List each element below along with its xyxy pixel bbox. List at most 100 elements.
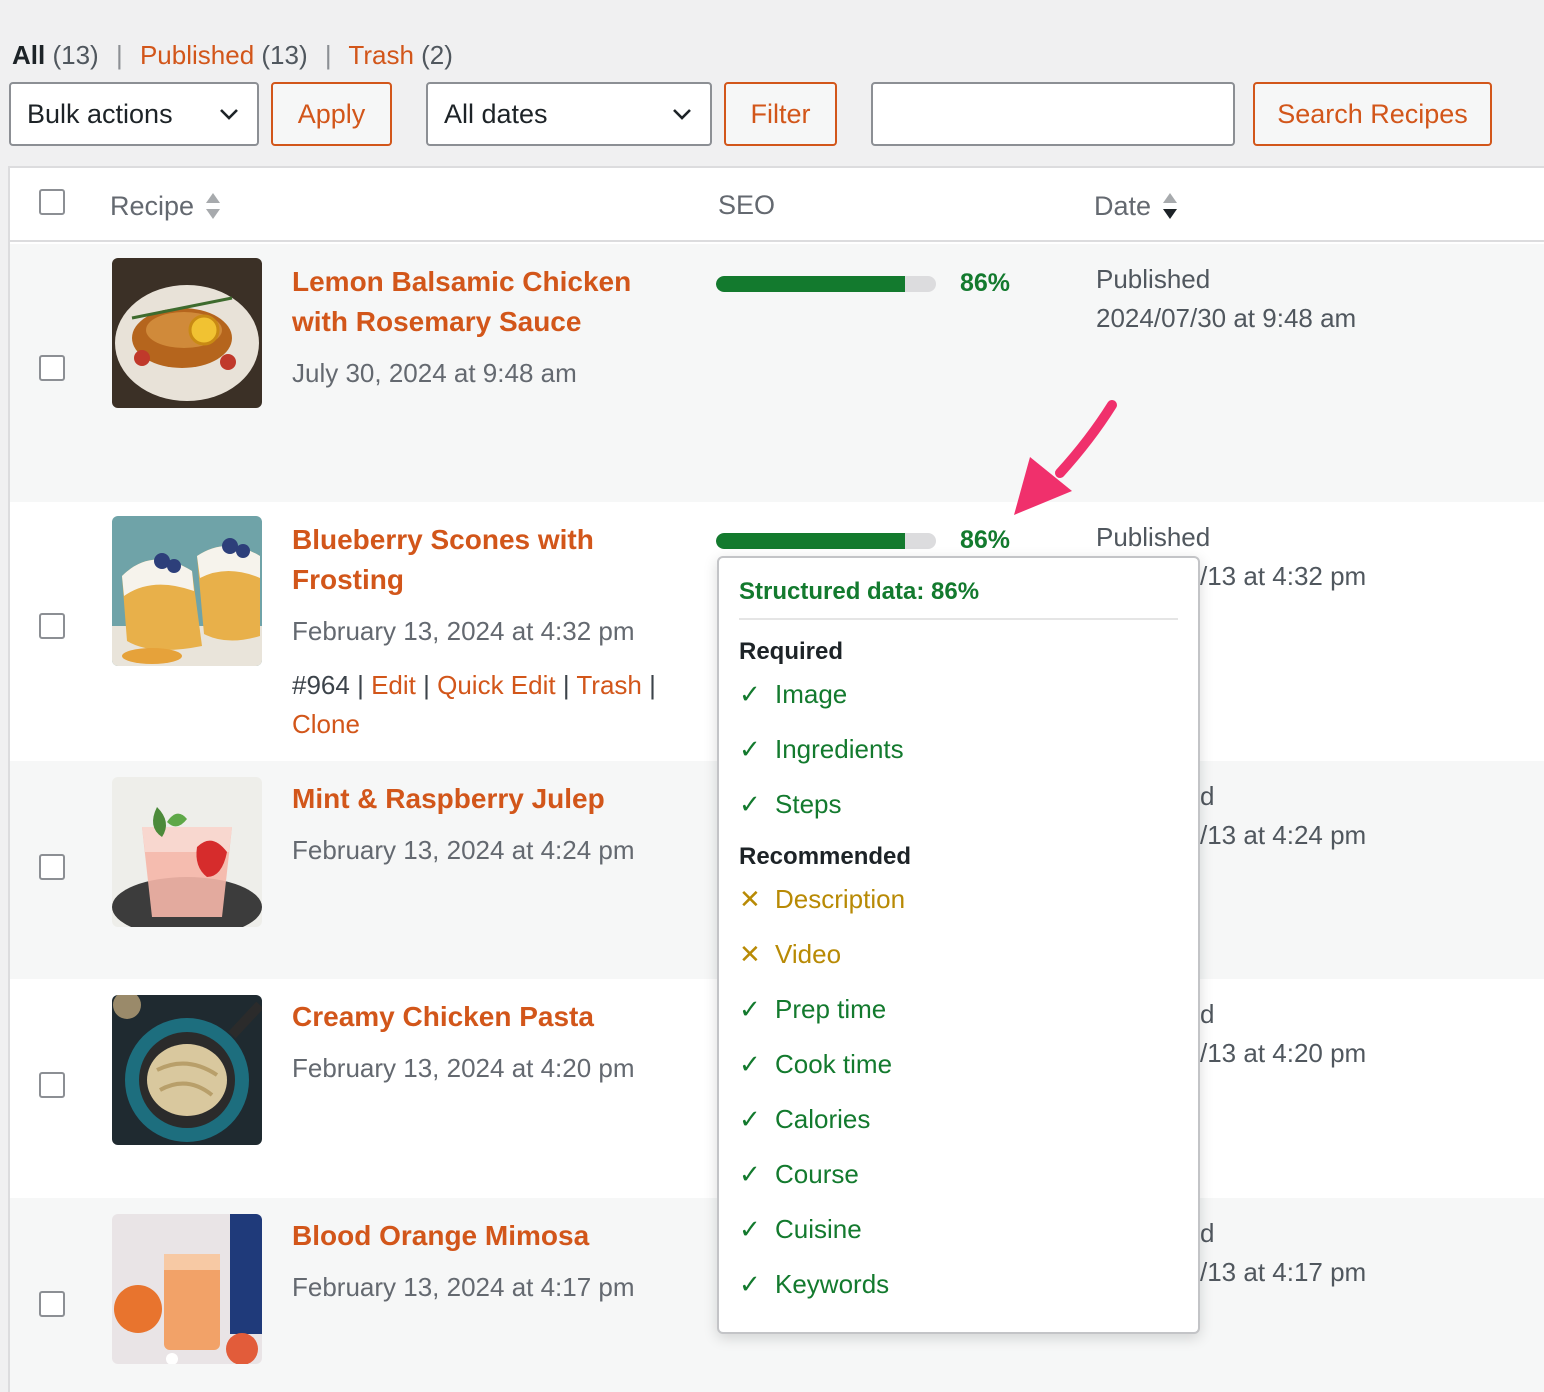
structured-data-popover: Structured data: 86% Required ✓ Image ✓ In…: [717, 556, 1200, 1334]
seo-progress-bar: [716, 532, 936, 549]
search-input[interactable]: [871, 82, 1235, 146]
dates-select[interactable]: All dates: [426, 82, 712, 146]
check-label: Description: [775, 884, 906, 914]
seo-score[interactable]: 86%: [716, 269, 1010, 298]
publish-date: /13 at 4:20 pm: [1200, 1038, 1367, 1068]
filter-all[interactable]: All: [12, 40, 45, 70]
check-label: Keywords: [775, 1269, 890, 1299]
seo-progress-fill: [716, 275, 906, 292]
recipe-id: #964: [292, 670, 350, 700]
recipe-thumbnail[interactable]: [112, 516, 262, 666]
seo-percent: 86%: [960, 526, 1011, 554]
publish-date: /13 at 4:32 pm: [1200, 561, 1367, 591]
recipe-date: July 30, 2024 at 9:48 am: [292, 358, 577, 388]
recipe-thumbnail[interactable]: [112, 1214, 262, 1364]
column-recipe[interactable]: Recipe: [110, 190, 222, 222]
row-checkbox[interactable]: [39, 613, 65, 639]
recipe-thumbnail[interactable]: [112, 995, 262, 1145]
recommended-heading: Recommended: [739, 843, 912, 870]
checkmark-icon: ✓: [739, 994, 761, 1024]
recipe-title[interactable]: Blueberry Scones with Frosting: [292, 520, 692, 600]
recipe-title[interactable]: Lemon Balsamic Chicken with Rosemary Sau…: [292, 262, 692, 342]
filter-published[interactable]: Published: [140, 40, 254, 70]
table-header: Recipe SEO Date: [10, 168, 1544, 242]
select-all-checkbox[interactable]: [39, 189, 65, 215]
check-item-keywords: ✓ Keywords: [739, 1269, 889, 1300]
check-item-video: ✕ Video: [739, 939, 841, 970]
recipe-date: February 13, 2024 at 4:17 pm: [292, 1272, 635, 1302]
divider: [739, 618, 1178, 620]
check-label: Cook time: [775, 1049, 893, 1079]
check-item-calories: ✓ Calories: [739, 1104, 870, 1135]
checkmark-icon: ✓: [739, 734, 761, 764]
row-checkbox[interactable]: [39, 355, 65, 381]
check-label: Cuisine: [775, 1214, 862, 1244]
status-filters: All (13) | Published (13) | Trash (2): [12, 40, 453, 71]
separator: |: [423, 670, 430, 700]
filter-all-count: (13): [52, 40, 99, 70]
recipe-date: February 13, 2024 at 4:32 pm: [292, 616, 635, 646]
check-label: Video: [775, 939, 842, 969]
check-item-cuisine: ✓ Cuisine: [739, 1214, 862, 1245]
cross-icon: ✕: [739, 884, 761, 914]
publish-status: Published: [1096, 264, 1211, 294]
sort-desc-icon: [1163, 193, 1178, 219]
publish-date: /13 at 4:24 pm: [1200, 820, 1367, 850]
trash-link[interactable]: Trash: [576, 670, 642, 700]
checkmark-icon: ✓: [739, 1214, 761, 1244]
checkmark-icon: ✓: [739, 1269, 761, 1299]
apply-button[interactable]: Apply: [271, 82, 392, 146]
checkmark-icon: ✓: [739, 679, 761, 709]
seo-progress-fill: [716, 532, 906, 549]
publish-date: /13 at 4:17 pm: [1200, 1257, 1367, 1287]
column-seo: SEO: [718, 190, 776, 220]
recipe-title[interactable]: Blood Orange Mimosa: [292, 1216, 692, 1256]
check-label: Prep time: [775, 994, 887, 1024]
required-heading: Required: [739, 638, 844, 665]
recipe-title[interactable]: Creamy Chicken Pasta: [292, 997, 692, 1037]
recipe-thumbnail[interactable]: [112, 258, 262, 408]
edit-link[interactable]: Edit: [371, 670, 416, 700]
filter-published-count: (13): [261, 40, 308, 70]
sort-icon: [206, 193, 221, 219]
checkmark-icon: ✓: [739, 1159, 761, 1189]
row-checkbox[interactable]: [39, 1291, 65, 1317]
popover-title: Structured data: 86%: [739, 578, 980, 605]
clone-link[interactable]: Clone: [292, 709, 360, 739]
publish-status: d: [1200, 999, 1215, 1029]
check-item-image: ✓ Image: [739, 679, 847, 710]
chevron-down-icon: [220, 109, 238, 120]
separator: |: [324, 40, 332, 70]
annotation-arrow-icon: [1014, 400, 1117, 515]
separator: |: [649, 670, 656, 700]
table-row: Lemon Balsamic Chicken with Rosemary Sau…: [10, 244, 1544, 502]
check-item-ingredients: ✓ Ingredients: [739, 734, 904, 765]
search-recipes-button[interactable]: Search Recipes: [1253, 82, 1492, 146]
filter-trash[interactable]: Trash: [348, 40, 414, 70]
filter-button[interactable]: Filter: [724, 82, 837, 146]
filter-trash-count: (2): [421, 40, 453, 70]
check-label: Steps: [775, 789, 842, 819]
quick-edit-link[interactable]: Quick Edit: [437, 670, 556, 700]
column-date[interactable]: Date: [1094, 190, 1179, 222]
cross-icon: ✕: [739, 939, 761, 969]
publish-date: 2024/07/30 at 9:48 am: [1096, 303, 1357, 333]
check-label: Ingredients: [775, 734, 904, 764]
seo-percent: 86%: [960, 269, 1011, 297]
recipe-date: February 13, 2024 at 4:24 pm: [292, 835, 635, 865]
check-label: Image: [775, 679, 848, 709]
bulk-actions-value: Bulk actions: [27, 98, 173, 129]
seo-score[interactable]: 86%: [716, 526, 1010, 555]
separator: |: [357, 670, 364, 700]
checkmark-icon: ✓: [739, 1104, 761, 1134]
check-item-prep-time: ✓ Prep time: [739, 994, 886, 1025]
recipe-thumbnail[interactable]: [112, 777, 262, 927]
row-checkbox[interactable]: [39, 854, 65, 880]
check-item-steps: ✓ Steps: [739, 789, 842, 820]
row-checkbox[interactable]: [39, 1072, 65, 1098]
column-recipe-label: Recipe: [110, 190, 195, 221]
recipe-date: February 13, 2024 at 4:20 pm: [292, 1053, 635, 1083]
publish-status: d: [1200, 781, 1215, 811]
bulk-actions-select[interactable]: Bulk actions: [9, 82, 259, 146]
recipe-title[interactable]: Mint & Raspberry Julep: [292, 779, 692, 819]
